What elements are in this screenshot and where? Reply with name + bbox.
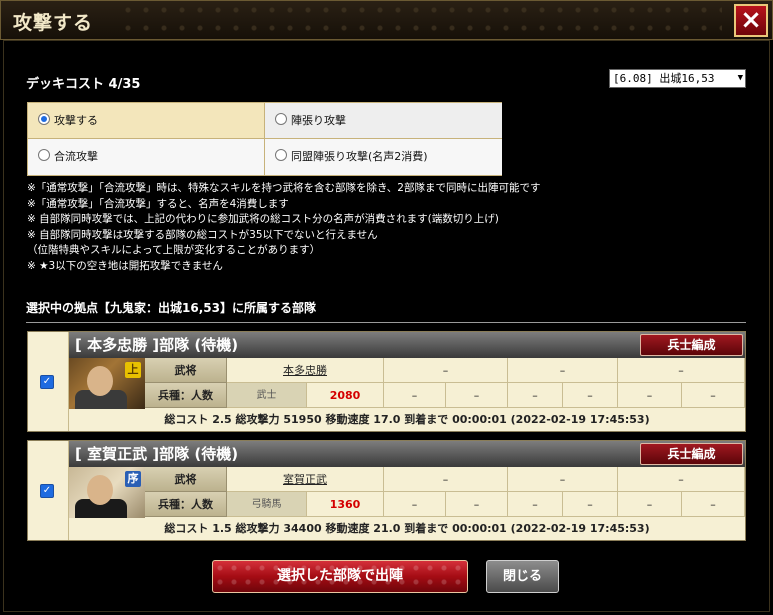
section-title: 選択中の拠点【九鬼家：出城16,53】に所属する部隊 [26,301,316,315]
note-line: （位階特典やスキルによって上限が変化することがあります） [27,244,321,257]
empty-slot: – [618,383,682,408]
empty-slot: – [384,492,446,517]
unit-card: ✓ [ 本多忠勝 ]部隊 (待機) 兵士編成 上 武将 兵種：人数 本多忠勝 –… [27,331,746,432]
empty-slot: – [384,358,508,383]
unit-checkbox[interactable]: ✓ [40,375,54,389]
radio-camp-attack[interactable] [275,113,287,125]
close-icon[interactable]: × [734,4,768,37]
close-button[interactable]: 閉じる [486,560,559,593]
option-join-attack[interactable]: 合流攻撃 [28,139,265,175]
option-attack[interactable]: 攻撃する [28,103,265,139]
empty-slot: – [446,383,508,408]
troop-count: 1360 [307,492,384,517]
empty-slot: – [508,383,563,408]
troop-formation-button[interactable]: 兵士編成 [640,334,743,356]
chevron-down-icon: ▼ [737,73,743,83]
unit-checkbox[interactable]: ✓ [40,484,54,498]
option-alliance-camp-attack-label: 同盟陣張り攻撃(名声2消費) [291,150,428,163]
unit-header: [ 室賀正武 ]部隊 (待機) 兵士編成 [69,441,745,467]
empty-slot: – [384,383,446,408]
sortie-button[interactable]: 選択した部隊で出陣 [212,560,468,593]
empty-slot: – [563,383,618,408]
general-label: 武将 [145,467,227,492]
unit-card: ✓ [ 室賀正武 ]部隊 (待機) 兵士編成 序 武将 兵種：人数 室賀正武 –… [27,440,746,541]
note-line: ※ ★3以下の空き地は開拓攻撃できません [27,259,223,272]
option-attack-label: 攻撃する [54,114,98,127]
empty-slot: – [682,492,745,517]
empty-slot: – [618,358,745,383]
option-join-attack-label: 合流攻撃 [54,150,98,163]
divider [26,322,746,323]
unit-summary: 総コスト 2.5 総攻撃力 51950 移動速度 17.0 到着まで 00:00… [164,413,650,426]
note-line: ※「通常攻撃」「合流攻撃」時は、特殊なスキルを持つ武将を含む部隊を除き、2部隊ま… [27,182,541,194]
empty-slot: – [508,492,563,517]
troop-formation-button[interactable]: 兵士編成 [640,443,743,465]
general-name-link[interactable]: 本多忠勝 [227,358,384,383]
window-title: 攻撃する [13,12,94,34]
troop-kind: 弓騎馬 [227,492,307,517]
troop-count: 2080 [307,383,384,408]
title-bar: 攻撃する × [0,0,773,41]
unit-select-cell: ✓ [28,332,69,431]
unit-name: [ 本多忠勝 ]部隊 (待機) [75,336,239,354]
troop-label: 兵種：人数 [145,492,227,517]
option-camp-attack-label: 陣張り攻撃 [291,114,346,127]
troop-label: 兵種：人数 [145,383,227,408]
empty-slot: – [618,492,682,517]
note-line: ※「通常攻撃」「合流攻撃」すると、名声を4消費します [27,197,289,210]
option-camp-attack[interactable]: 陣張り攻撃 [265,103,502,139]
unit-summary: 総コスト 1.5 総攻撃力 34400 移動速度 21.0 到着まで 00:00… [164,522,650,535]
title-decoration [119,1,722,41]
empty-slot: – [682,383,745,408]
rank-badge: 序 [125,471,141,487]
radio-alliance-camp-attack[interactable] [275,149,287,161]
radio-attack[interactable] [38,113,50,125]
note-line: ※ 自部隊同時攻撃では、上記の代わりに参加武将の総コスト分の名声が消費されます(… [27,213,499,226]
general-name-link[interactable]: 室賀正武 [227,467,384,492]
attack-options: 攻撃する 陣張り攻撃 合流攻撃 同盟陣張り攻撃(名声2消費) [27,102,502,176]
notes: ※「通常攻撃」「合流攻撃」時は、特殊なスキルを持つ武将を含む部隊を除き、2部隊ま… [27,181,541,275]
portrait-face [87,366,113,396]
option-alliance-camp-attack[interactable]: 同盟陣張り攻撃(名声2消費) [265,139,502,175]
general-label: 武将 [145,358,227,383]
empty-slot: – [563,492,618,517]
general-portrait: 序 [69,467,145,518]
portrait-face [87,475,113,505]
radio-join-attack[interactable] [38,149,50,161]
empty-slot: – [508,467,618,492]
general-portrait: 上 [69,358,145,409]
unit-name: [ 室賀正武 ]部隊 (待機) [75,445,239,463]
troop-kind: 武士 [227,383,307,408]
base-select[interactable]: [6.08] 出城16,53 ▼ [609,69,746,88]
base-select-value: [6.08] 出城16,53 [613,72,715,85]
empty-slot: – [618,467,745,492]
unit-header: [ 本多忠勝 ]部隊 (待機) 兵士編成 [69,332,745,358]
unit-select-cell: ✓ [28,441,69,540]
empty-slot: – [384,467,508,492]
note-line: ※ 自部隊同時攻撃は攻撃する部隊の総コストが35以下でないと行えません [27,228,378,241]
deck-cost: デッキコスト 4/35 [26,77,141,92]
empty-slot: – [508,358,618,383]
empty-slot: – [446,492,508,517]
rank-badge: 上 [125,362,141,378]
